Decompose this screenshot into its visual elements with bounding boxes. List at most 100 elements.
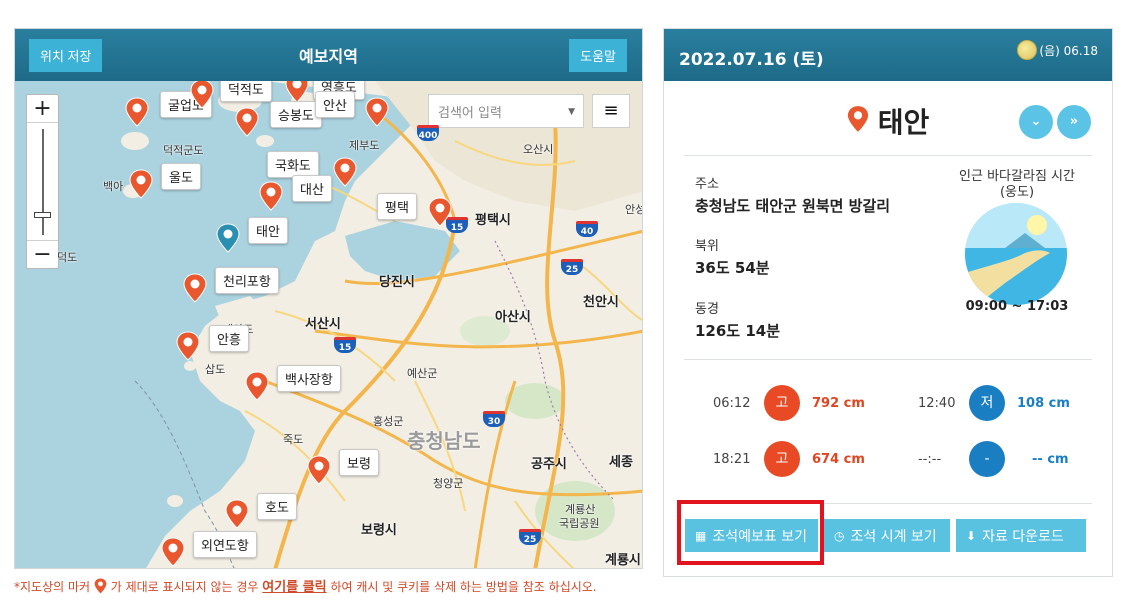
station-label[interactable]: 대산 <box>292 175 332 202</box>
route-shield: 40 <box>576 221 598 237</box>
station-marker-icon[interactable] <box>333 157 357 187</box>
place-label: 삽도 <box>205 363 226 376</box>
zoom-slider-handle[interactable] <box>34 212 51 218</box>
zoom-out-button[interactable]: − <box>27 240 58 268</box>
place-label: 청양군 <box>433 477 464 490</box>
search-placeholder: 검색어 입력 <box>438 106 502 121</box>
tide-height: -- cm <box>1032 452 1069 467</box>
lunar-date: (음) 06.18 <box>1017 40 1098 60</box>
forecast-date: 2022.07.16 (토) <box>679 50 824 70</box>
zoom-slider-track[interactable] <box>42 129 44 235</box>
station-label[interactable]: 안흥 <box>209 325 249 352</box>
route-shield: 25 <box>561 259 583 275</box>
menu-icon[interactable]: ≡ <box>592 94 630 128</box>
station-marker-icon[interactable] <box>190 81 214 109</box>
station-marker-icon[interactable] <box>129 169 153 199</box>
station-marker-icon[interactable] <box>428 197 452 227</box>
station-marker-icon[interactable] <box>183 273 207 303</box>
map-title: 예보지역 <box>299 47 358 66</box>
station-label[interactable]: 평택 <box>377 193 417 220</box>
place-label: 당진시 <box>379 275 415 290</box>
tide-time: --:-- <box>918 452 942 467</box>
note-prefix: *지도상의 마커 <box>14 580 91 594</box>
sea-parting-title: 인근 바다갈라짐 시간 (웅도) <box>947 169 1087 201</box>
station-label[interactable]: 울도 <box>161 163 201 190</box>
place-label: 죽도 <box>283 433 304 446</box>
station-marker-icon[interactable] <box>365 97 389 127</box>
map-canvas[interactable]: + − 검색어 입력 ▼ ≡ 오산시 평택시 당진시 천안시 서산시 아산시 예… <box>15 81 642 568</box>
place-label: 세종 <box>609 455 633 470</box>
zoom-in-button[interactable]: + <box>27 95 58 123</box>
tide-clock-button[interactable]: ◷ 조석 시계 보기 <box>824 519 950 552</box>
latitude-value: 36도 54분 <box>695 259 770 277</box>
station-marker-icon[interactable] <box>176 331 200 361</box>
station-label[interactable]: 백사장항 <box>277 365 341 392</box>
place-label: 천안시 <box>583 295 619 310</box>
station-label[interactable]: 국화도 <box>267 151 319 178</box>
tide-time: 06:12 <box>713 396 751 411</box>
station-marker-icon[interactable] <box>225 499 249 529</box>
tide-entry: 12:40 저 108 cm <box>869 385 1128 425</box>
tide-height: 108 cm <box>1017 396 1070 411</box>
station-label[interactable]: 태안 <box>248 217 288 244</box>
station-marker-icon[interactable] <box>125 97 149 127</box>
download-icon: ⬇ <box>966 528 977 543</box>
station-search-select[interactable]: 검색어 입력 ▼ <box>428 94 584 128</box>
marker-icon <box>94 578 107 594</box>
route-shield: 15 <box>334 337 356 353</box>
station-marker-icon[interactable] <box>161 537 185 567</box>
place-label: 홍성군 <box>373 415 404 428</box>
tide-kind-badge: 저 <box>969 385 1005 421</box>
address-block: 주소 충청남도 태안군 원북면 방갈리 <box>695 173 890 216</box>
map-note: *지도상의 마커 가 제대로 표시되지 않는 경우 여기를 클릭 하여 캐시 및… <box>14 576 597 595</box>
divider <box>684 155 1092 156</box>
station-label[interactable]: 외연도항 <box>193 531 257 558</box>
expand-chevron-icon[interactable]: ⌄ <box>1019 105 1053 139</box>
download-button[interactable]: ⬇ 자료 다운로드 <box>956 519 1086 552</box>
route-shield: 25 <box>519 529 541 545</box>
place-label: 백아 <box>103 180 124 193</box>
download-button-label: 자료 다운로드 <box>982 528 1064 545</box>
place-label: 제부도 <box>349 139 380 152</box>
zoom-control: + − <box>26 94 59 269</box>
tide-time: 18:21 <box>713 452 751 467</box>
longitude-label: 동경 <box>695 302 719 317</box>
divider <box>684 359 1092 360</box>
cache-help-link[interactable]: 여기를 클릭 <box>262 580 326 595</box>
save-location-button[interactable]: 위치 저장 <box>29 39 103 72</box>
route-shield: 30 <box>483 411 505 427</box>
station-label[interactable]: 덕적도 <box>220 81 272 102</box>
station-marker-icon[interactable] <box>235 107 259 137</box>
place-label: 보령시 <box>361 523 397 538</box>
station-label[interactable]: 천리포항 <box>215 267 279 294</box>
address-label: 주소 <box>695 177 719 192</box>
place-label: 오산시 <box>523 143 554 156</box>
station-marker-icon[interactable] <box>245 371 269 401</box>
place-label: 예산군 <box>407 367 438 380</box>
station-marker-icon[interactable] <box>285 81 309 103</box>
place-label: 평택시 <box>475 213 511 228</box>
station-marker-icon[interactable] <box>216 223 240 253</box>
longitude-block: 동경 126도 14분 <box>695 298 780 341</box>
station-label[interactable]: 보령 <box>339 449 379 476</box>
note-middle: 가 제대로 표시되지 않는 경우 <box>110 580 259 594</box>
province-label: 충청남도 <box>407 429 481 453</box>
station-marker-icon[interactable] <box>307 455 331 485</box>
place-label: 안성 <box>625 203 642 216</box>
sea-parting-illustration <box>965 203 1067 305</box>
place-label: 계룡시 <box>605 553 641 568</box>
double-chevron-down-icon[interactable]: » <box>1057 105 1091 139</box>
station-label[interactable]: 호도 <box>257 493 297 520</box>
note-suffix: 하여 캐시 및 쿠키를 삭제 하는 방법을 참조 하십시오. <box>330 580 597 594</box>
location-pin-icon <box>847 106 868 132</box>
place-label: 아산시 <box>495 310 531 325</box>
station-label[interactable]: 안산 <box>315 91 355 118</box>
place-label: 덕적군도 <box>163 144 204 157</box>
place-label: 공주시 <box>531 457 567 472</box>
tide-time: 12:40 <box>918 396 956 411</box>
help-button[interactable]: 도움말 <box>569 39 627 72</box>
moon-icon <box>1017 40 1038 60</box>
tide-kind-badge: - <box>969 441 1005 477</box>
station-marker-icon[interactable] <box>259 181 283 211</box>
map-header: 위치 저장 예보지역 도움말 <box>15 29 642 81</box>
